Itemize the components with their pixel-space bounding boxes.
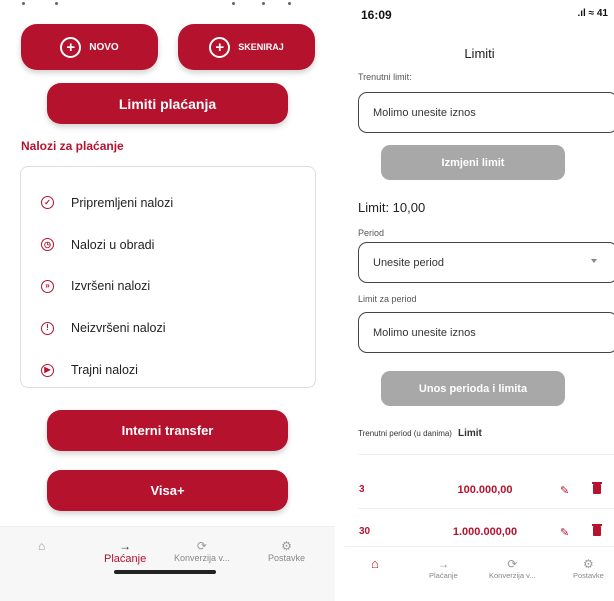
period-limit-input[interactable]: Molimo unesite iznos [358,312,614,353]
nav-home[interactable]: ⌂ [371,557,379,571]
visa-plus-label: Visa+ [150,483,185,498]
table-row: 3 100.000,00 ✎ [345,472,614,512]
submit-period-limit-button[interactable]: Unos perioda i limita [381,371,565,406]
plus-icon: + [60,36,82,58]
period-select[interactable]: Unesite period [358,242,614,283]
nav-settings-label: Postavke [268,553,306,563]
nav-home[interactable]: ⌂ [38,539,45,553]
period-placeholder: Unesite period [373,256,444,269]
list-item-prepared-orders[interactable]: ✓ Pripremljeni nalozi [41,182,315,224]
list-item-label: Izvršeni nalozi [71,279,151,294]
refresh-icon: ⟳ [507,557,518,571]
list-item-label: Nalozi u obradi [71,237,155,252]
double-chevron-icon: » [41,279,54,293]
list-item-failed-orders[interactable]: ! Neizvršeni nalozi [41,307,315,349]
current-limit-placeholder: Molimo unesite iznos [373,106,476,119]
divider [358,508,614,509]
current-limit-input[interactable]: Molimo unesite iznos [358,92,614,133]
payment-orders-list: ✓ Pripremljeni nalozi ◷ Nalozi u obradi … [20,166,316,388]
status-time: 16:09 [361,8,392,22]
delete-icon[interactable] [592,482,602,494]
gear-icon: ⚙ [583,557,594,571]
scan-label: SKENIRAJ [238,42,284,52]
nav-conversion[interactable]: ⟳ Konverzija v... [489,557,536,580]
payment-orders-title: Nalozi za plaćanje [21,139,124,153]
nav-payment[interactable]: → Plaćanje [429,557,458,580]
list-item-processing-orders[interactable]: ◷ Nalozi u obradi [41,224,315,266]
change-limit-button[interactable]: Izmjeni limit [381,145,565,180]
header-limit: Limit [457,428,482,439]
refresh-icon: ⟳ [196,539,207,553]
payment-limits-button[interactable]: Limiti plaćanja [47,83,288,124]
bottom-navigation: ⌂ → Plaćanje ⟳ Konverzija v... ⚙ Postavk… [0,526,335,601]
row-period: 30 [359,526,371,537]
nav-payment[interactable]: → Plaćanje [104,539,146,565]
list-item-executed-orders[interactable]: » Izvršeni nalozi [41,266,315,308]
chevron-down-icon [591,259,597,263]
delete-icon[interactable] [592,524,602,536]
current-limit-label: Trenutni limit: [358,72,412,82]
change-limit-label: Izmjeni limit [441,156,505,169]
nav-conversion-label: Konverzija v... [174,553,230,563]
nav-conversion[interactable]: ⟳ Konverzija v... [174,539,230,563]
alert-icon: ! [41,321,54,335]
internal-transfer-label: Interni transfer [121,423,214,438]
internal-transfer-button[interactable]: Interni transfer [47,410,288,451]
limits-table-header: Trenutni period (u danima) Limit [358,428,482,439]
limits-screen: 16:09 .ıl ≈ 41 Limiti Trenutni limit: Mo… [345,0,614,601]
gear-icon: ⚙ [281,539,292,553]
bottom-navigation: ⌂ → Plaćanje ⟳ Konverzija v... ⚙ Postavk… [345,546,614,601]
nav-payment-label: Plaćanje [429,571,458,580]
current-limit-value: Limit: 10,00 [358,200,426,215]
play-icon: ▶ [41,363,54,377]
header-period: Trenutni period (u danima) [358,429,452,438]
row-period: 3 [359,484,365,495]
nav-settings[interactable]: ⚙ Postavke [268,539,305,563]
period-label: Period [358,228,385,238]
divider [358,454,614,455]
arrow-right-icon: → [437,557,450,571]
visa-plus-button[interactable]: Visa+ [47,470,288,511]
clock-icon: ◷ [41,238,54,252]
plus-icon: + [209,36,231,58]
row-limit: 1.000.000,00 [452,526,518,538]
home-icon: ⌂ [371,556,379,571]
status-bar-remnant [0,0,335,8]
edit-icon[interactable]: ✎ [560,526,569,539]
home-indicator [114,570,216,574]
page-title: Limiti [464,46,495,61]
payment-limits-label: Limiti plaćanja [118,95,217,112]
list-item-label: Pripremljeni nalozi [71,195,174,210]
nav-settings-label: Postavke [573,571,604,580]
period-limit-placeholder: Molimo unesite iznos [373,326,476,339]
list-item-label: Trajni nalozi [71,363,138,378]
new-payment-button[interactable]: + NOVO [21,24,158,70]
new-payment-label: NOVO [89,41,119,53]
list-item-label: Neizvršeni nalozi [71,321,166,336]
nav-settings[interactable]: ⚙ Postavke [573,557,604,580]
edit-icon[interactable]: ✎ [560,484,569,497]
arrow-right-icon: → [119,539,132,553]
row-limit: 100.000,00 [457,484,513,496]
check-circle-icon: ✓ [41,196,54,210]
list-item-standing-orders[interactable]: ▶ Trajni nalozi [41,349,315,391]
period-limit-label: Limit za period [358,294,417,304]
nav-payment-label: Plaćanje [104,553,147,565]
home-icon: ⌂ [38,539,46,553]
submit-period-limit-label: Unos perioda i limita [418,382,528,395]
nav-conversion-label: Konverzija v... [489,571,536,580]
status-icons: .ıl ≈ 41 [577,8,608,19]
scan-button[interactable]: + SKENIRAJ [178,24,315,70]
payments-screen: + NOVO + SKENIRAJ Limiti plaćanja Nalozi… [0,0,335,601]
